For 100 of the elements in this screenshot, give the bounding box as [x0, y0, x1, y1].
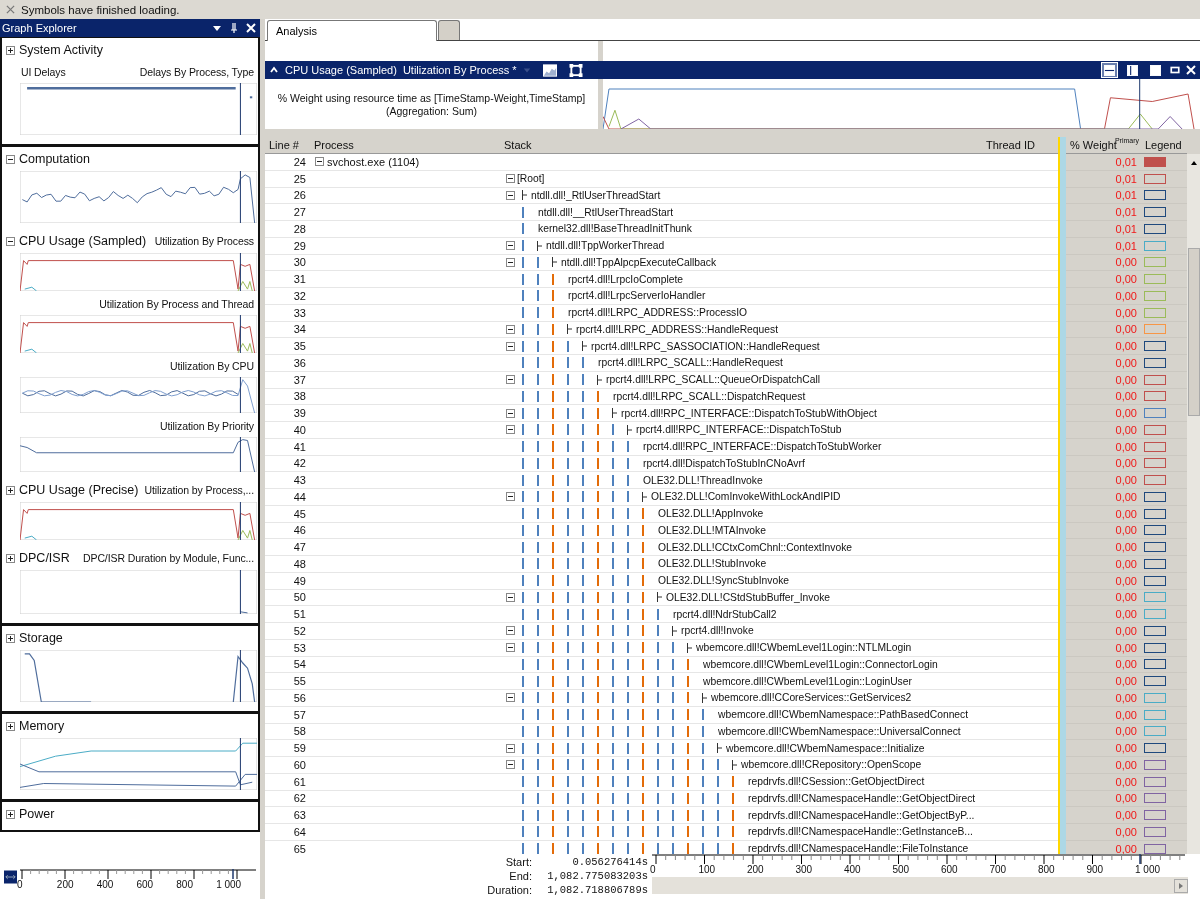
collapse-icon[interactable] — [506, 760, 515, 770]
section-title[interactable]: Computation — [19, 152, 90, 166]
stack-frame[interactable]: ntdll.dll!__RtlUserThreadStart — [537, 206, 674, 218]
stack-frame[interactable]: ntdll.dll!TppWorkerThread — [545, 240, 665, 252]
graph-frame[interactable] — [20, 502, 257, 540]
graph-label[interactable]: Utilization by Process,... — [144, 484, 254, 496]
collapse-icon[interactable] — [506, 174, 515, 184]
section-title[interactable]: System Activity — [19, 43, 104, 57]
stack-frame[interactable]: rpcrt4.dll!RPC_INTERFACE::DispatchToStub — [635, 424, 842, 436]
collapse-icon[interactable] — [506, 643, 515, 653]
collapse-icon[interactable] — [506, 743, 515, 753]
stack-frame[interactable]: rpcrt4.dll!LRPC_SCALL::HandleRequest — [597, 357, 783, 369]
tab[interactable]: Analysis — [267, 20, 437, 41]
stack-frame[interactable]: wbemcore.dll!CWbemLevel1Login::ConnectorLogin — [702, 658, 938, 670]
graph-label[interactable]: Utilization By Process and Thread — [99, 298, 254, 310]
scrollbar[interactable] — [652, 877, 1188, 894]
stack-frame[interactable]: wbemcore.dll!CWbemNamespace::UniversalConnect — [717, 725, 961, 737]
stack-frame[interactable]: rpcrt4.dll!LrpcServerIoHandler — [567, 290, 706, 302]
collapse-icon[interactable] — [506, 241, 515, 251]
graph-label[interactable]: Delays By Process, Type — [139, 66, 254, 78]
stack-frame[interactable]: repdrvfs.dll!CNamespaceHandle::FileToInstance — [747, 843, 969, 854]
graph-layout-button[interactable] — [1147, 62, 1164, 78]
section-title[interactable]: CPU Usage (Precise) — [19, 483, 139, 497]
collapse-icon[interactable] — [506, 257, 515, 267]
table-layout-button[interactable] — [1124, 62, 1141, 78]
stack-frame[interactable]: wbemcore.dll!CWbemNamespace::PathBasedConnect — [717, 709, 969, 721]
stack-frame[interactable]: OLE32.DLL!AppInvoke — [657, 508, 764, 520]
stack-frame[interactable]: rpcrt4.dll!DispatchToStubInCNoAvrf — [642, 457, 805, 469]
expand-icon[interactable] — [6, 721, 15, 731]
graph-label[interactable]: UI Delays — [21, 66, 66, 78]
stack-frame[interactable]: rpcrt4.dll!RPC_INTERFACE::DispatchToStubWithObject — [620, 407, 877, 419]
collapse-icon[interactable] — [269, 65, 279, 75]
graph-frame[interactable] — [20, 253, 257, 291]
expand-icon[interactable] — [6, 633, 15, 643]
stack-frame[interactable]: OLE32.DLL!CStdStubBuffer_Invoke — [665, 591, 831, 603]
stack-frame[interactable]: [Root] — [516, 173, 545, 185]
expand-icon[interactable] — [6, 553, 15, 563]
maximize-icon[interactable] — [1170, 65, 1180, 75]
section-title[interactable]: Power — [19, 807, 55, 821]
zoom-handle-icon[interactable] — [4, 870, 17, 884]
collapse-icon[interactable] — [506, 375, 515, 385]
collapse-icon[interactable] — [506, 190, 515, 200]
view-selector[interactable]: Utilization By Process * — [402, 64, 517, 76]
section-title[interactable]: DPC/ISR — [19, 551, 70, 565]
stack-frame[interactable]: repdrvfs.dll!CNamespaceHandle::GetInstanceB... — [747, 826, 973, 838]
stack-frame[interactable]: wbemcore.dll!CWbemLevel1Login::LoginUser — [702, 675, 912, 687]
section-title[interactable]: Storage — [19, 631, 63, 645]
expand-icon[interactable] — [6, 45, 15, 55]
collapse-icon[interactable] — [506, 425, 515, 435]
stack-frame[interactable]: rpcrt4.dll!LRPC_ADDRESS::HandleRequest — [575, 323, 779, 335]
stack-frame[interactable]: rpcrt4.dll!NdrStubCall2 — [672, 608, 777, 620]
process-name[interactable]: svchost.exe (1104) — [327, 155, 420, 168]
stack-frame[interactable]: ntdll.dll!_RtlUserThreadStart — [530, 189, 661, 201]
graph-label[interactable]: Utilization By Process — [154, 235, 254, 247]
stack-frame[interactable]: repdrvfs.dll!CSession::GetObjectDirect — [747, 776, 925, 788]
stack-frame[interactable]: rpcrt4.dll!LRPC_ADDRESS::ProcessIO — [567, 307, 748, 319]
expand-icon[interactable] — [6, 809, 15, 819]
stack-frame[interactable]: rpcrt4.dll!LrpcIoComplete — [567, 273, 684, 285]
graph-label[interactable]: Utilization By CPU — [170, 360, 254, 372]
stack-frame[interactable]: wbemcore.dll!CWbemLevel1Login::NTLMLogin — [695, 642, 912, 654]
stack-frame[interactable]: OLE32.DLL!MTAInvoke — [657, 524, 766, 536]
column-header[interactable]: Process — [310, 139, 500, 154]
collapse-icon[interactable] — [506, 693, 515, 703]
stack-frame[interactable]: rpcrt4.dll!LRPC_SASSOCIATION::HandleRequest — [590, 340, 820, 352]
section-title[interactable]: Memory — [19, 719, 65, 733]
stack-frame[interactable]: wbemcore.dll!CCoreServices::GetServices2 — [710, 692, 912, 704]
stack-frame[interactable]: rpcrt4.dll!LRPC_SCALL::QueueOrDispatchCall — [605, 374, 821, 386]
stack-frame[interactable]: OLE32.DLL!SyncStubInvoke — [657, 575, 790, 587]
collapse-icon[interactable] — [506, 408, 515, 418]
stack-frame[interactable]: OLE32.DLL!CCtxComChnl::ContextInvoke — [657, 541, 852, 553]
collapse-icon[interactable] — [315, 157, 324, 167]
stack-frame[interactable]: OLE32.DLL!ComInvokeWithLockAndIPID — [650, 491, 841, 503]
pin-icon[interactable] — [229, 23, 239, 33]
scroll-right-icon[interactable] — [1174, 878, 1188, 893]
chart-icon[interactable] — [542, 63, 557, 77]
graph-label[interactable]: Utilization By Priority — [160, 420, 254, 432]
expand-icon[interactable] — [6, 154, 15, 164]
column-header[interactable]: Line # — [265, 139, 310, 154]
collapse-icon[interactable] — [506, 492, 515, 502]
collapse-icon[interactable] — [506, 592, 515, 602]
graph-frame[interactable] — [20, 83, 257, 135]
stack-frame[interactable]: OLE32.DLL!StubInvoke — [657, 558, 767, 570]
stack-frame[interactable]: kernel32.dll!BaseThreadInitThunk — [537, 223, 692, 235]
stack-frame[interactable]: ntdll.dll!TppAlpcpExecuteCallback — [560, 256, 717, 268]
tab[interactable] — [438, 20, 460, 40]
stack-frame[interactable]: repdrvfs.dll!CNamespaceHandle::GetObjectByP... — [747, 809, 975, 821]
dropdown-icon[interactable] — [212, 23, 222, 33]
stack-frame[interactable]: repdrvfs.dll!CNamespaceHandle::GetObjectDirect — [747, 792, 976, 804]
expand-icon[interactable] — [6, 485, 15, 495]
graph-frame[interactable] — [20, 738, 257, 790]
stack-frame[interactable]: OLE32.DLL!ThreadInvoke — [642, 474, 763, 486]
graph-label[interactable]: DPC/ISR Duration by Module, Func... — [83, 552, 254, 564]
collapse-icon[interactable] — [506, 324, 515, 334]
scroll-thumb[interactable] — [1187, 248, 1200, 416]
collapse-icon[interactable] — [506, 341, 515, 351]
section-title[interactable]: CPU Usage (Sampled) — [19, 234, 147, 248]
stack-frame[interactable]: wbemcore.dll!CWbemNamespace::Initialize — [725, 742, 925, 754]
expand-icon[interactable] — [6, 236, 15, 246]
settings-icon[interactable] — [568, 63, 583, 77]
stack-frame[interactable]: wbemcore.dll!CRepository::OpenScope — [740, 759, 922, 771]
